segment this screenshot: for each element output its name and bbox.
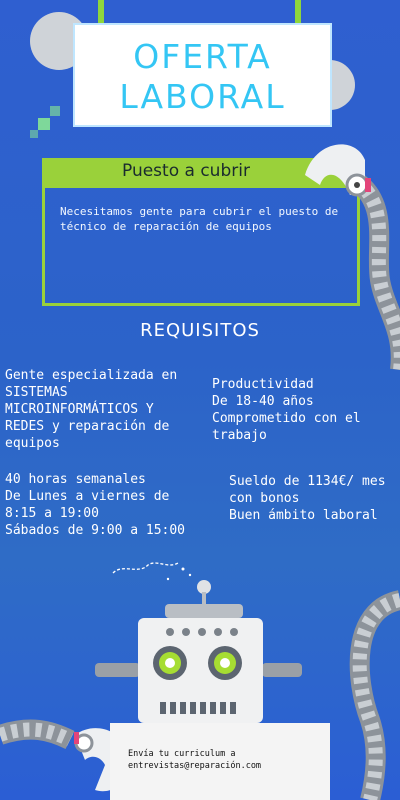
req-line: 40 horas semanales (5, 472, 146, 487)
contact-text: Envía tu curriculum a entrevistas@repara… (128, 748, 261, 772)
requirements-left-2: 40 horas semanales De Lunes a viernes de… (5, 471, 215, 539)
req-line: SISTEMAS (5, 385, 68, 400)
req-line: REDES y reparación de (5, 419, 170, 434)
req-line: 8:15 a 19:00 (5, 506, 99, 521)
robot-bolt (198, 628, 206, 636)
robot-bolt (230, 628, 238, 636)
robot-bolt (166, 628, 174, 636)
req-line: De 18-40 años (212, 394, 314, 409)
robot-mouth (220, 702, 226, 714)
world-map-icon (112, 562, 192, 581)
req-line: trabajo (212, 428, 267, 443)
position-heading: Puesto a cubrir (122, 161, 250, 181)
robot-mouth (210, 702, 216, 714)
decor-square (30, 130, 38, 138)
title-post-right (295, 0, 301, 28)
page-title-line1: OFERTA (133, 37, 272, 76)
req-line: Buen ámbito laboral (229, 508, 378, 523)
robot-mouth (160, 702, 166, 714)
robot-antenna (197, 580, 211, 594)
req-line: Gente especializada en (5, 368, 178, 383)
robot-bolt (214, 628, 222, 636)
contact-email[interactable]: entrevistas@reparación.com (128, 760, 261, 772)
req-line: Productividad (212, 377, 314, 392)
title-post-left (98, 0, 104, 28)
robot-head (138, 618, 263, 723)
requirements-right-2: Sueldo de 1134€/ mes con bonos Buen ámbi… (229, 473, 399, 524)
robot-ear-right (262, 663, 302, 677)
contact-box: Envía tu curriculum a entrevistas@repara… (110, 723, 330, 800)
req-line: Sueldo de 1134€/ mes (229, 474, 386, 489)
robot-ear-left (95, 663, 140, 677)
robot-eye-left (153, 646, 187, 680)
contact-line: Envía tu curriculum a (128, 749, 236, 759)
req-line: equipos (5, 436, 60, 451)
page-title-line2: LABORAL (119, 77, 286, 116)
req-line: Comprometido con el (212, 411, 361, 426)
req-line: De Lunes a viernes de (5, 489, 170, 504)
requirements-heading: REQUISITOS (140, 320, 260, 341)
robot-mouth (190, 702, 196, 714)
req-line: MICROINFORMÁTICOS Y (5, 402, 154, 417)
req-line: con bonos (229, 491, 300, 506)
robot-mouth (170, 702, 176, 714)
requirements-right-1: Productividad De 18-40 años Comprometido… (212, 376, 397, 444)
decor-square (50, 106, 60, 116)
robot-arm-icon (349, 590, 400, 800)
robot-mouth (200, 702, 206, 714)
requirements-left-1: Gente especializada en SISTEMAS MICROINF… (5, 367, 205, 452)
robot-antenna-stem (202, 592, 206, 606)
robot-eye-right (208, 646, 242, 680)
robot-top (165, 604, 243, 618)
decor-square (38, 118, 50, 130)
robot-mouth (180, 702, 186, 714)
robot-mouth (230, 702, 236, 714)
req-line: Sábados de 9:00 a 15:00 (5, 523, 186, 538)
robot-bolt (182, 628, 190, 636)
title-box: OFERTA LABORAL (75, 25, 330, 125)
